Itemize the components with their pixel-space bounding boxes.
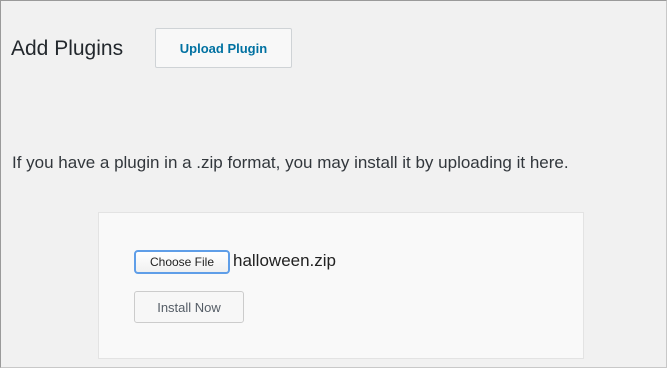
page-title: Add Plugins [11, 37, 124, 60]
upload-plugin-button[interactable]: Upload Plugin [155, 28, 292, 68]
admin-content-area: Add Plugins Upload Plugin If you have a … [0, 0, 667, 368]
install-now-button[interactable]: Install Now [134, 291, 244, 323]
upload-help-text: If you have a plugin in a .zip format, y… [12, 153, 569, 172]
upload-plugin-form: Choose File halloween.zip Install Now [98, 212, 584, 359]
selected-file-name: halloween.zip [233, 251, 337, 270]
choose-file-button[interactable]: Choose File [134, 250, 230, 274]
